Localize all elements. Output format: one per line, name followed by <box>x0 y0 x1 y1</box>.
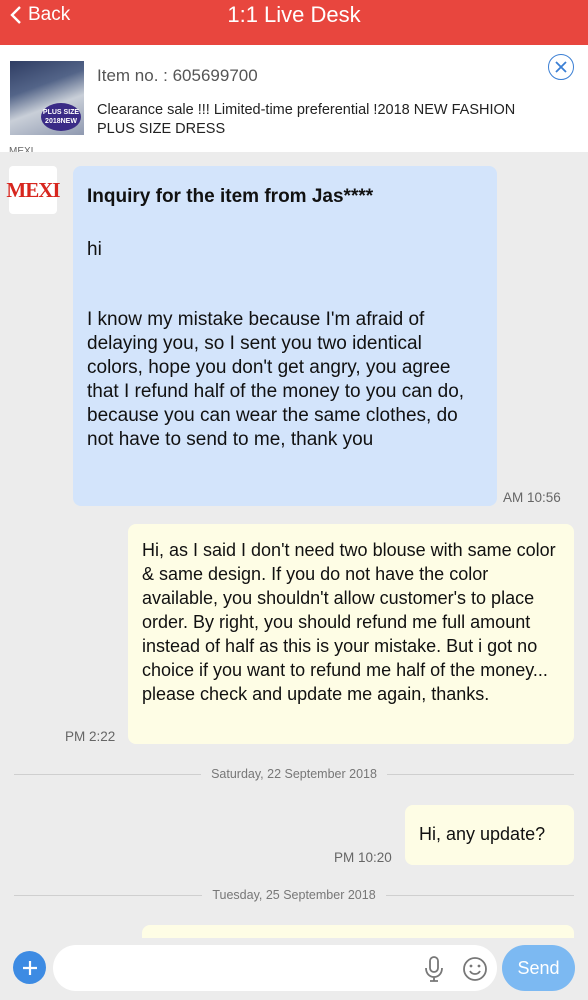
date-divider: Tuesday, 25 September 2018 <box>14 885 574 905</box>
voice-button[interactable] <box>423 955 445 988</box>
item-title: Clearance sale !!! Limited-time preferen… <box>97 102 516 137</box>
message-text: Hi, as I said I don't need two blouse wi… <box>142 540 556 704</box>
date-divider: Saturday, 22 September 2018 <box>14 764 575 784</box>
close-icon <box>555 61 567 73</box>
emoji-icon <box>463 957 487 981</box>
seller-name: MEXI <box>9 146 34 152</box>
add-attachment-button[interactable] <box>13 951 46 984</box>
item-number: Item no. : 605699700 <box>97 66 258 85</box>
message-greeting: hi <box>87 239 102 260</box>
seller-message-bubble: Inquiry for the item from Jas**** hi I k… <box>73 166 497 506</box>
message-text: I know my mistake because I'm afraid of … <box>87 309 465 450</box>
seller-avatar[interactable]: MEXI <box>6 166 61 214</box>
date-label: Tuesday, 25 September 2018 <box>212 888 376 902</box>
top-bar: Back 1:1 Live Desk <box>0 0 588 45</box>
send-button[interactable]: Send <box>502 945 575 991</box>
message-time: PM 2:22 <box>65 729 116 744</box>
thumbnail-badge: PLUS SIZE 2018NEW <box>41 103 81 131</box>
buyer-message-bubble: Hi, as I said I don't need two blouse wi… <box>128 524 574 744</box>
page-title: 1:1 Live Desk <box>227 2 361 27</box>
item-card[interactable]: PLUS SIZE 2018NEW Item no. : 605699700 C… <box>0 45 588 152</box>
message-time: AM 10:56 <box>503 490 561 505</box>
buyer-message-bubble: Hi, any update? <box>405 805 574 865</box>
emoji-button[interactable] <box>462 956 488 987</box>
mic-icon <box>425 956 443 982</box>
close-button[interactable] <box>548 54 574 80</box>
message-time: PM 10:20 <box>334 850 392 865</box>
item-thumbnail: PLUS SIZE 2018NEW <box>10 61 84 135</box>
message-text: Hi, any update? <box>419 824 546 844</box>
date-label: Saturday, 22 September 2018 <box>211 767 377 781</box>
inquiry-title: Inquiry for the item from Jas**** <box>87 186 374 207</box>
plus-icon <box>22 960 37 975</box>
